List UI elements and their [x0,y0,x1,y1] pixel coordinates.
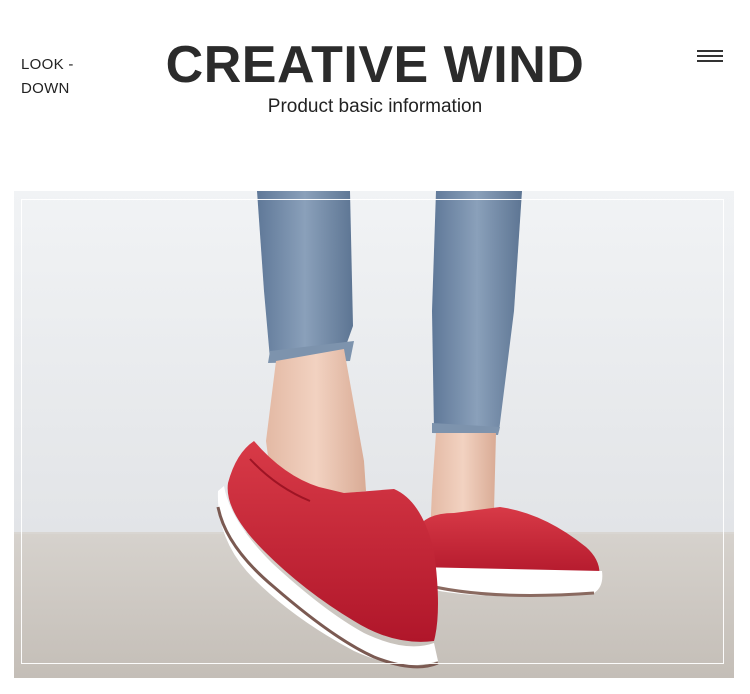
hamburger-menu-icon[interactable] [697,48,723,66]
product-page: LOOK - DOWN CREATIVE WIND Product basic … [0,0,750,694]
product-photo [14,191,734,678]
page-subtitle: Product basic information [267,96,483,117]
page-title: CREATIVE WIND [165,36,585,94]
